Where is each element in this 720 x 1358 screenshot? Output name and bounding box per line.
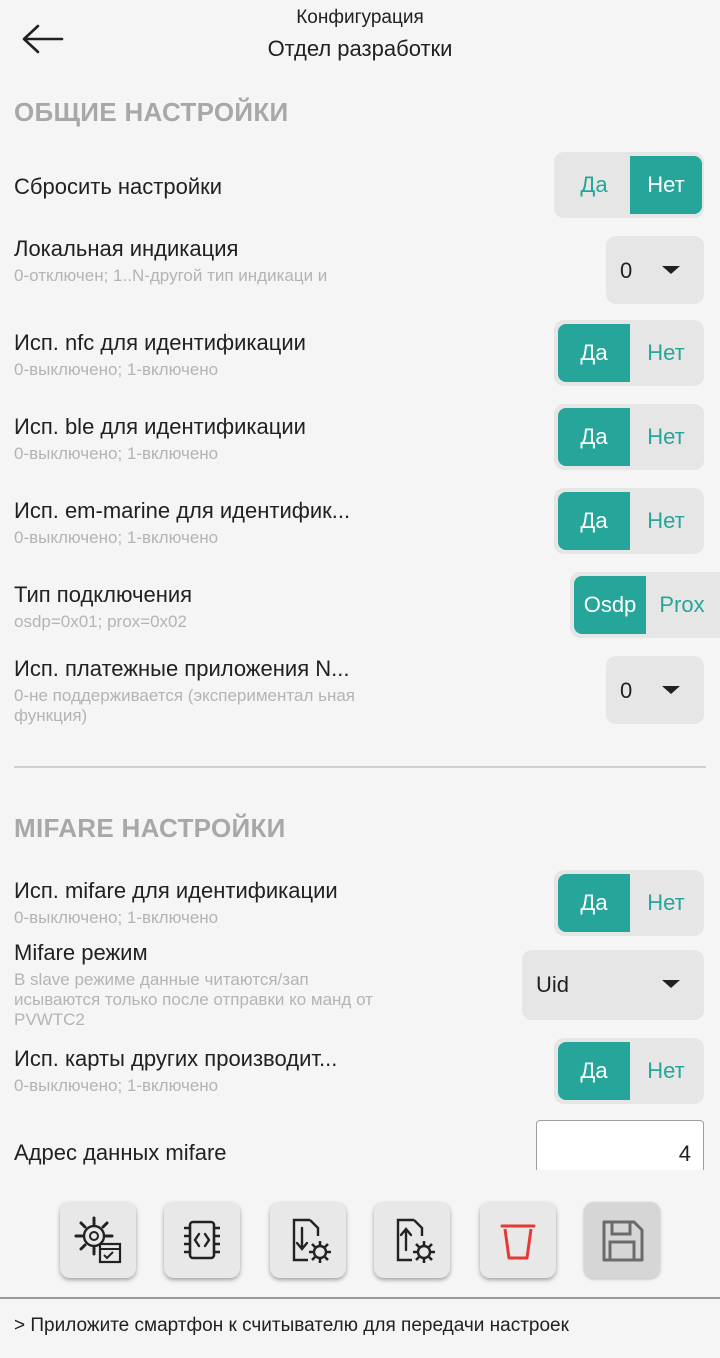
setting-description: 0-отключен; 1..N-другой тип индикаци и [14, 266, 328, 285]
em-marine-toggle[interactable]: Да Нет [554, 488, 704, 554]
toggle-yes[interactable]: Да [558, 1042, 630, 1100]
setting-label: Исп. nfc для идентификации [14, 330, 306, 355]
toggle-yes[interactable]: Да [558, 156, 630, 214]
payment-apps-dropdown[interactable]: 0 [606, 656, 704, 724]
setting-label: Исп. платежные приложения N... [14, 656, 350, 681]
reset-toggle[interactable]: Да Нет [554, 152, 704, 218]
firmware-chip-icon [184, 1220, 220, 1260]
toggle-yes[interactable]: Да [558, 408, 630, 466]
setting-label: Сбросить настройки [14, 174, 223, 199]
setting-label: Исп. mifare для идентификации [14, 878, 338, 903]
chevron-down-icon [662, 686, 680, 694]
ble-toggle[interactable]: Да Нет [554, 404, 704, 470]
toggle-no[interactable]: Нет [630, 874, 702, 932]
setting-description: osdp=0x01; prox=0x02 [14, 612, 187, 631]
toggle-no[interactable]: Нет [630, 324, 702, 382]
chevron-down-icon [662, 266, 680, 274]
save-icon [602, 1220, 644, 1262]
use-mifare-toggle[interactable]: Да Нет [554, 870, 704, 936]
settings-list[interactable]: ОБЩИЕ НАСТРОЙКИ Сбросить настройки Да Не… [0, 80, 720, 1170]
input-value: 4 [678, 1141, 691, 1166]
section-divider [14, 766, 706, 768]
save-button[interactable] [584, 1202, 660, 1278]
toggle-yes[interactable]: Да [558, 874, 630, 932]
setting-label: Исп. карты других производит... [14, 1046, 338, 1071]
delete-icon [500, 1224, 536, 1260]
mifare-mode-dropdown[interactable]: Uid [522, 950, 704, 1020]
dropdown-value: 0 [620, 678, 633, 703]
toggle-prox[interactable]: Prox [646, 576, 718, 634]
local-indication-dropdown[interactable]: 0 [606, 236, 704, 304]
setting-description: В slave режиме данные читаются/зап исыва… [14, 970, 373, 1029]
toggle-no[interactable]: Нет [630, 408, 702, 466]
status-bar: > Приложите смартфон к считывателю для п… [0, 1297, 720, 1358]
toggle-yes[interactable]: Да [558, 492, 630, 550]
dropdown-value: Uid [536, 972, 570, 997]
setting-description: 0-не поддерживается (экспериментал ьная … [14, 686, 355, 725]
chevron-down-icon [662, 980, 680, 988]
upload-settings-icon [396, 1218, 435, 1263]
toggle-no[interactable]: Нет [630, 156, 702, 214]
setting-label: Адрес данных mifare [14, 1140, 227, 1165]
upload-settings-button[interactable] [374, 1202, 450, 1278]
data-address-input[interactable]: 4 [536, 1120, 704, 1170]
setting-label: Исп. em-marine для идентифик... [14, 498, 351, 523]
delete-button[interactable] [480, 1202, 556, 1278]
settings-config-icon [74, 1216, 122, 1264]
setting-label: Mifare режим [14, 940, 148, 965]
page-title: Отдел разработки [267, 36, 453, 61]
status-message: > Приложите смартфон к считывателю для п… [14, 1315, 569, 1336]
setting-description: 0-выключено; 1-включено [14, 908, 219, 927]
toggle-no[interactable]: Нет [630, 492, 702, 550]
download-settings-icon [292, 1218, 331, 1263]
setting-description: 0-выключено; 1-включено [14, 1076, 219, 1095]
action-toolbar [0, 1198, 720, 1284]
setting-label: Исп. ble для идентификации [14, 414, 306, 439]
toggle-no[interactable]: Нет [630, 1042, 702, 1100]
setting-description: 0-выключено; 1-включено [14, 528, 219, 547]
setting-description: 0-выключено; 1-включено [14, 444, 219, 463]
download-settings-button[interactable] [270, 1202, 346, 1278]
setting-description: 0-выключено; 1-включено [14, 360, 219, 379]
other-cards-toggle[interactable]: Да Нет [554, 1038, 704, 1104]
setting-label: Локальная индикация [14, 236, 239, 261]
toggle-yes[interactable]: Да [558, 324, 630, 382]
header-subtitle: Конфигурация [296, 7, 424, 28]
firmware-button[interactable] [164, 1202, 240, 1278]
config-settings-button[interactable] [60, 1202, 136, 1278]
toggle-osdp[interactable]: Osdp [574, 576, 646, 634]
section-title-general: ОБЩИЕ НАСТРОЙКИ [14, 97, 289, 127]
section-title-mifare: MIFARE НАСТРОЙКИ [14, 813, 286, 843]
dropdown-value: 0 [620, 258, 633, 283]
nfc-toggle[interactable]: Да Нет [554, 320, 704, 386]
connection-type-toggle[interactable]: Osdp Prox [570, 572, 720, 638]
setting-label: Тип подключения [14, 582, 193, 607]
app-header: Конфигурация Отдел разработки [0, 0, 720, 80]
